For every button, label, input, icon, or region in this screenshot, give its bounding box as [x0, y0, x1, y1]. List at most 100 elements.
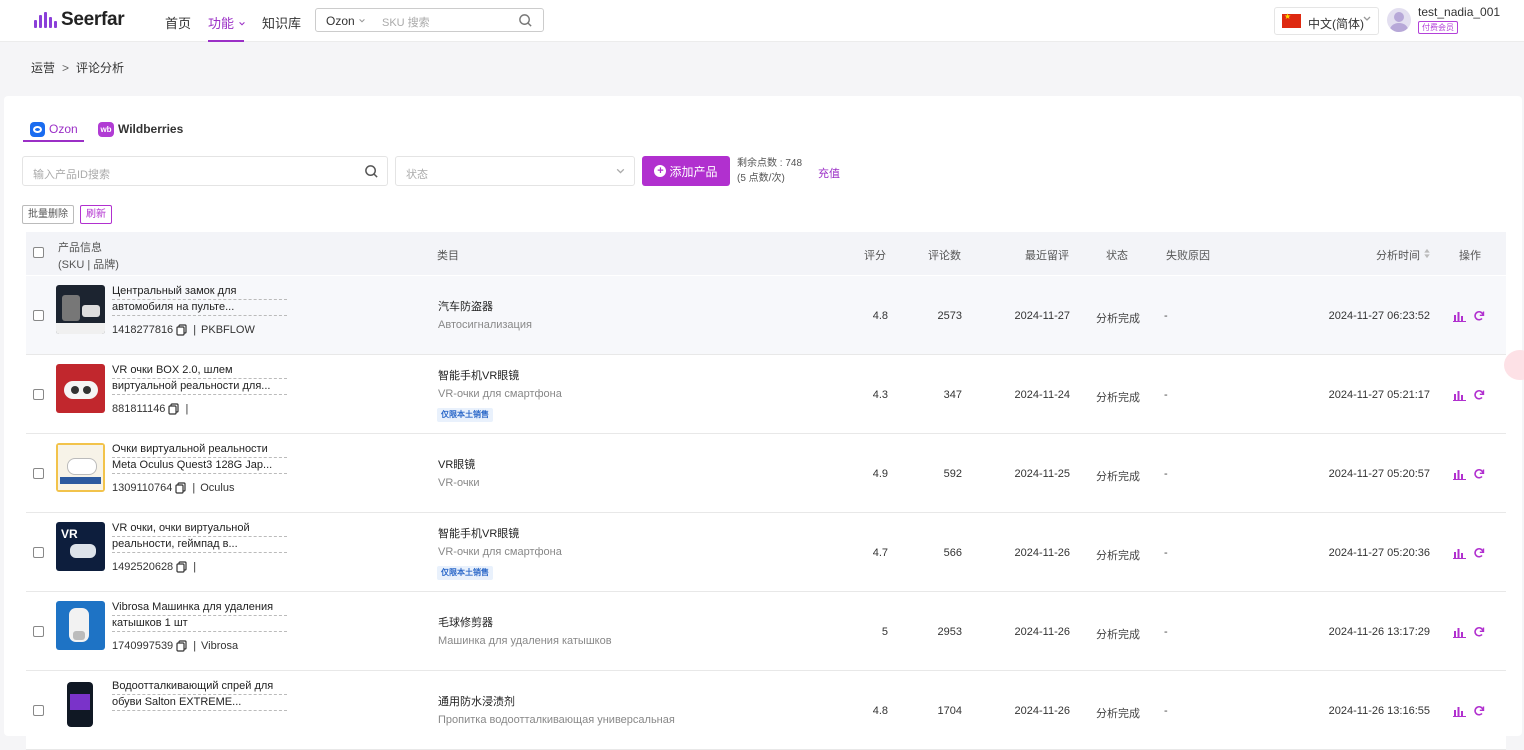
copy-icon[interactable]: [176, 324, 187, 336]
nav-item-knowledge[interactable]: 知识库: [262, 13, 301, 32]
search-icon[interactable]: [364, 164, 379, 179]
chevron-down-icon: [359, 19, 365, 23]
copy-icon[interactable]: [175, 482, 186, 494]
row-checkbox[interactable]: [33, 468, 44, 479]
global-search[interactable]: Ozon SKU 搜索: [315, 8, 544, 32]
refresh-icon[interactable]: [1473, 310, 1485, 322]
meta-separator: |: [192, 482, 196, 494]
row-actions: [1453, 705, 1485, 717]
meta-separator: |: [193, 640, 197, 652]
row-checkbox[interactable]: [33, 389, 44, 400]
product-sku: 1309110764: [112, 482, 173, 494]
product-name-line2: реальности, геймпад в...: [112, 537, 287, 553]
add-product-button[interactable]: + 添加产品: [642, 156, 730, 186]
product-sku: 1492520628: [112, 561, 174, 573]
chart-icon[interactable]: [1453, 626, 1466, 638]
brand-logo[interactable]: Seerfar: [34, 9, 125, 31]
product-thumbnail[interactable]: [56, 364, 105, 413]
row-checkbox[interactable]: [33, 547, 44, 558]
last-review-date: 2024-11-24: [1014, 389, 1070, 401]
breadcrumb-parent[interactable]: 运营: [31, 61, 55, 75]
rating-value: 4.9: [872, 468, 888, 480]
select-all-checkbox[interactable]: [33, 247, 44, 258]
refresh-icon[interactable]: [1473, 468, 1485, 480]
recharge-link[interactable]: 充值: [818, 165, 840, 181]
bulk-delete-button[interactable]: 批量删除: [22, 205, 74, 224]
nav-item-home[interactable]: 首页: [165, 13, 191, 32]
product-thumbnail[interactable]: [56, 680, 105, 729]
product-name-link[interactable]: Водоотталкивающий спрей для обуви Salton …: [112, 679, 287, 711]
chart-icon[interactable]: [1453, 389, 1466, 401]
table-row: VR очки BOX 2.0, шлем виртуальной реально…: [26, 355, 1506, 434]
status-select[interactable]: 状态: [395, 156, 635, 186]
th-fail-reason: 失败原因: [1166, 250, 1210, 262]
row-actions: [1453, 310, 1485, 322]
row-checkbox[interactable]: [33, 310, 44, 321]
chevron-down-icon: [1363, 16, 1371, 21]
product-name-line2: обуви Salton EXTREME...: [112, 695, 287, 711]
product-name-link[interactable]: Центральный замок для автомобиля на пульт…: [112, 284, 287, 316]
refresh-icon[interactable]: [1473, 389, 1485, 401]
product-thumbnail[interactable]: [56, 443, 105, 492]
product-name-link[interactable]: Очки виртуальной реальности Meta Oculus Q…: [112, 442, 287, 474]
rating-value: 4.7: [872, 547, 888, 559]
remaining-points: 剩余点数 : 748: [737, 158, 803, 169]
sku-search-input[interactable]: SKU 搜索: [382, 14, 430, 30]
product-meta: 1309110764 | Oculus: [112, 482, 234, 494]
rating-value: 4.8: [872, 310, 888, 322]
th-analysis-time[interactable]: 分析时间: [1376, 247, 1431, 263]
analysis-time: 2024-11-27 05:21:17: [1328, 389, 1430, 401]
chart-icon[interactable]: [1453, 468, 1466, 480]
nav-item-features[interactable]: 功能: [208, 13, 246, 32]
category-ru: Пропитка водоотталкивающая универсальная: [438, 714, 675, 726]
row-actions: [1453, 468, 1485, 480]
category-ru: VR-очки: [438, 477, 480, 489]
category-cn: 毛球修剪器: [438, 617, 493, 629]
chart-icon[interactable]: [1453, 705, 1466, 717]
status-text: 分析完成: [1096, 708, 1140, 720]
last-review-date: 2024-11-26: [1014, 547, 1070, 559]
product-name-line2: катышков 1 шт: [112, 616, 287, 632]
th-product-info-sub: (SKU | 品牌): [58, 259, 119, 271]
local-sale-tag: 仅限本土销售: [437, 408, 493, 422]
product-name-link[interactable]: Vibrosa Машинка для удаления катышков 1 ш…: [112, 600, 287, 632]
row-checkbox[interactable]: [33, 626, 44, 637]
tab-ozon[interactable]: Ozon: [30, 116, 78, 142]
refresh-icon[interactable]: [1473, 705, 1485, 717]
username[interactable]: test_nadia_001: [1418, 5, 1500, 19]
copy-icon[interactable]: [176, 561, 187, 573]
ozon-logo-icon: [30, 121, 45, 137]
product-thumbnail[interactable]: [56, 285, 105, 334]
product-thumbnail[interactable]: [56, 601, 105, 650]
rating-value: 4.8: [872, 705, 888, 717]
product-name-line1: Очки виртуальной реальности: [112, 442, 287, 458]
refresh-button[interactable]: 刷新: [80, 205, 112, 224]
product-name-link[interactable]: VR очки BOX 2.0, шлем виртуальной реально…: [112, 363, 287, 395]
last-review-date: 2024-11-25: [1014, 468, 1070, 480]
row-actions: [1453, 547, 1485, 559]
chart-icon[interactable]: [1453, 547, 1466, 559]
language-select[interactable]: 中文(简体): [1274, 7, 1379, 35]
platform-select[interactable]: Ozon: [326, 14, 366, 28]
product-id-search-input[interactable]: 输入产品ID搜索: [22, 156, 388, 186]
chart-icon[interactable]: [1453, 310, 1466, 322]
copy-icon[interactable]: [168, 403, 180, 415]
tab-ozon-label: Ozon: [49, 122, 78, 136]
tab-wildberries[interactable]: wb Wildberries: [98, 116, 183, 142]
row-actions: [1453, 389, 1485, 401]
tab-wildberries-label: Wildberries: [118, 122, 184, 136]
sort-icon[interactable]: [1423, 248, 1431, 259]
refresh-icon[interactable]: [1473, 626, 1485, 638]
fail-reason: -: [1164, 547, 1168, 559]
product-thumbnail[interactable]: VR: [56, 522, 105, 571]
wb-logo-icon: wb: [98, 121, 114, 137]
refresh-icon[interactable]: [1473, 547, 1485, 559]
avatar[interactable]: [1387, 8, 1411, 32]
copy-icon[interactable]: [176, 640, 187, 652]
review-count: 2573: [937, 310, 962, 322]
row-checkbox[interactable]: [33, 705, 44, 716]
product-name-link[interactable]: VR очки, очки виртуальной реальности, гей…: [112, 521, 287, 553]
analysis-time: 2024-11-27 05:20:36: [1328, 547, 1430, 559]
china-flag-icon: [1282, 12, 1301, 28]
search-icon[interactable]: [518, 13, 533, 28]
